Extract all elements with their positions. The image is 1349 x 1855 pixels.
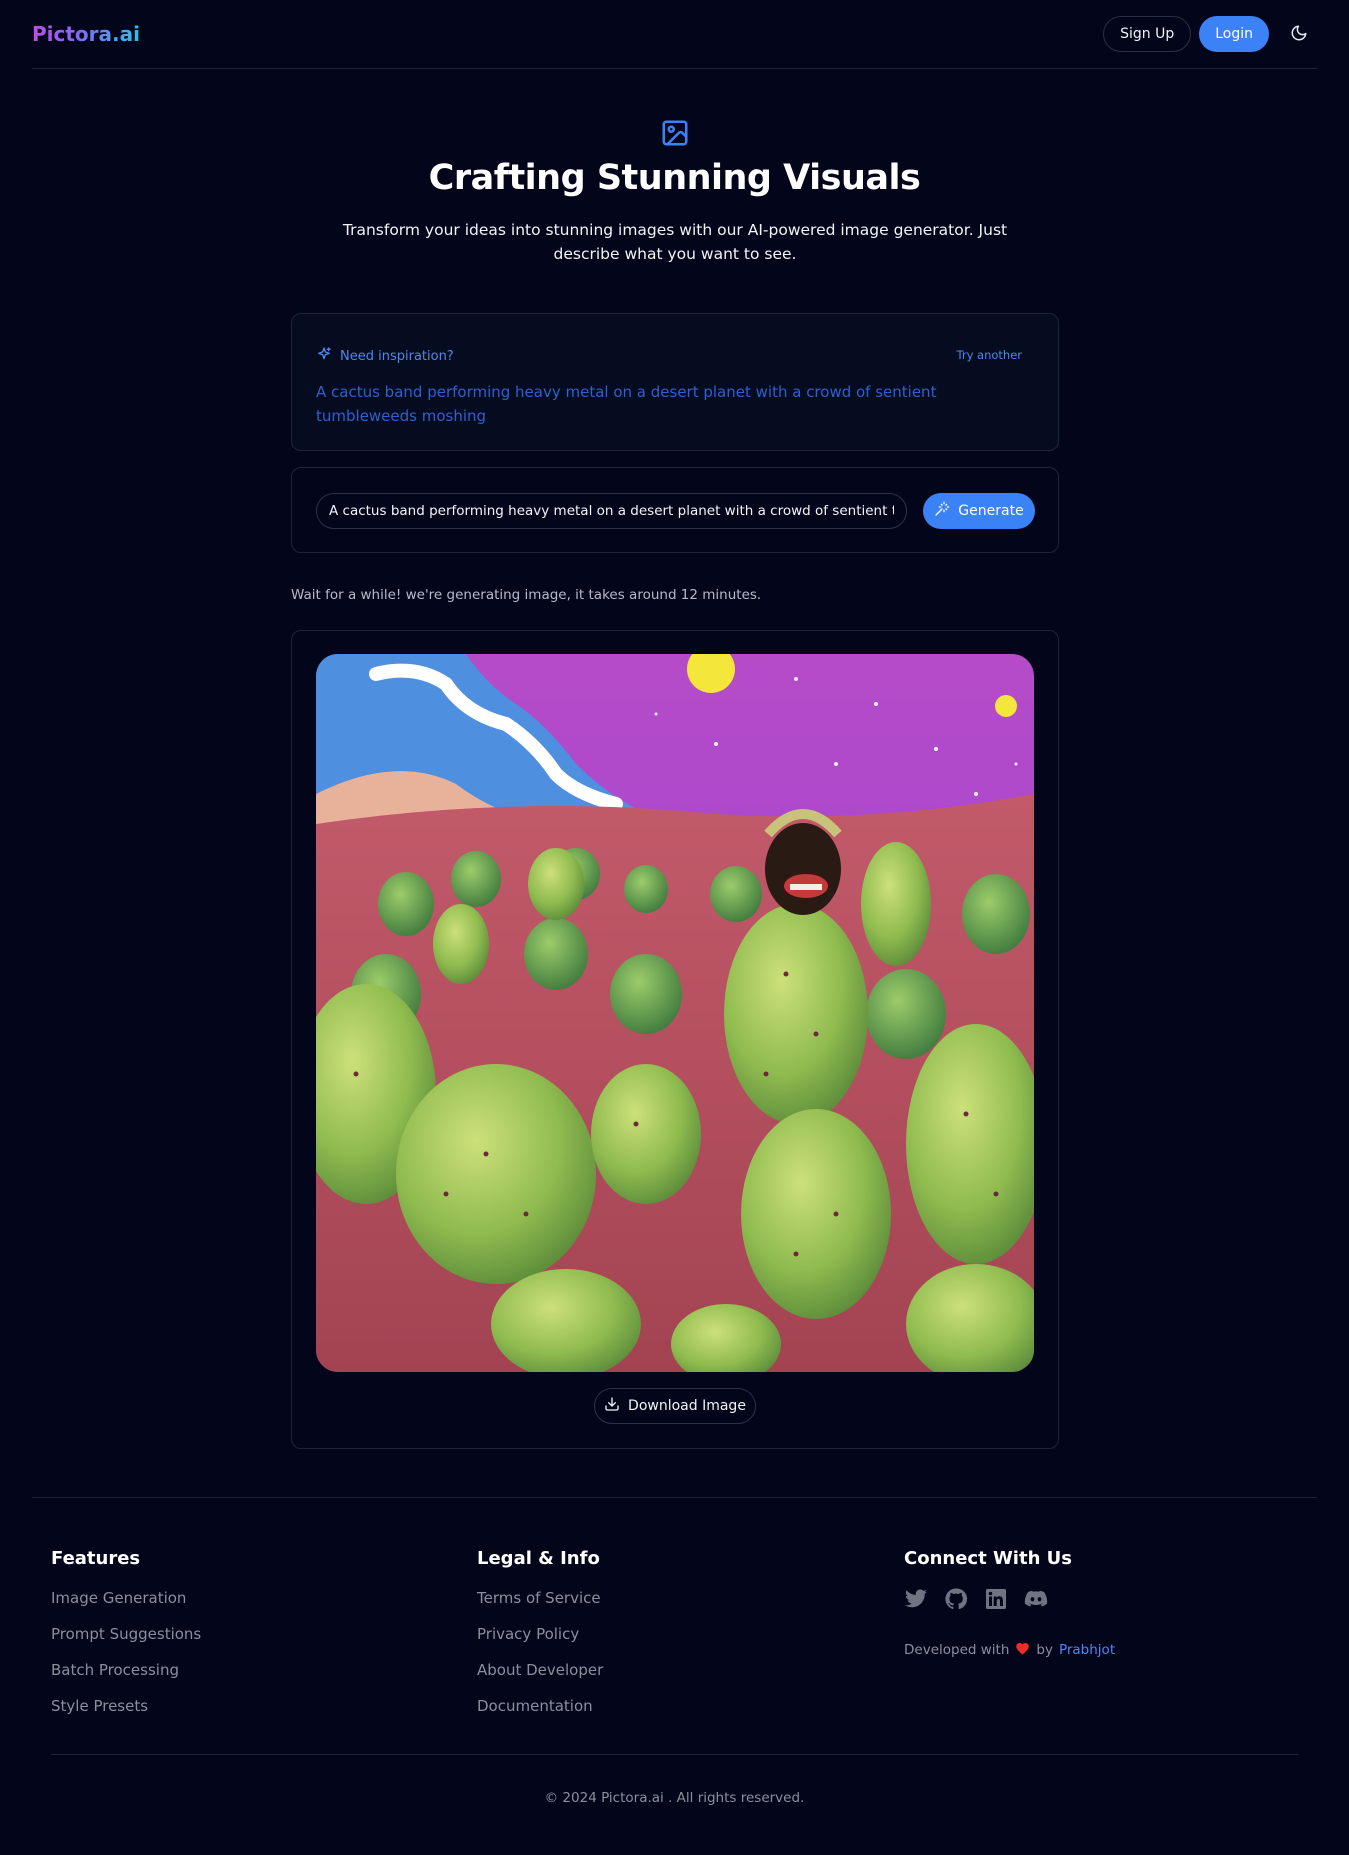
download-icon — [604, 1396, 620, 1416]
inspiration-label: Need inspiration? — [340, 349, 454, 364]
generated-image — [316, 654, 1034, 1372]
brand-logo[interactable]: Pictora.ai — [32, 22, 140, 46]
page-subtitle: Transform your ideas into stunning image… — [342, 221, 1008, 263]
footer-features-title: Features — [51, 1548, 141, 1569]
inspiration-card: Need inspiration? Try another A cactus b… — [291, 313, 1059, 451]
footer-link-prompt-suggestions[interactable]: Prompt Suggestions — [51, 1625, 201, 1661]
theme-toggle-button[interactable] — [1281, 16, 1317, 52]
social-links — [904, 1587, 1115, 1611]
dev-prefix: Developed with — [904, 1642, 1010, 1658]
heart-icon — [1015, 1641, 1030, 1659]
footer-legal-title: Legal & Info — [477, 1548, 600, 1569]
login-button[interactable]: Login — [1199, 16, 1269, 52]
image-icon — [660, 118, 690, 148]
footer-connect-title: Connect With Us — [904, 1548, 1072, 1569]
footer-link-about-developer[interactable]: About Developer — [477, 1661, 603, 1697]
footer-link-batch-processing[interactable]: Batch Processing — [51, 1661, 201, 1697]
download-button[interactable]: Download Image — [594, 1388, 756, 1424]
dev-by: by — [1036, 1642, 1053, 1658]
copyright-text: © 2024 Pictora.ai . All rights reserved. — [544, 1790, 805, 1806]
download-label: Download Image — [628, 1398, 746, 1414]
status-message: Wait for a while! we're generating image… — [291, 587, 762, 603]
sparkles-icon — [316, 346, 332, 367]
wand-icon — [934, 501, 950, 521]
twitter-icon[interactable] — [904, 1587, 928, 1611]
generate-button[interactable]: Generate — [923, 493, 1035, 529]
footer-bottom-divider — [51, 1754, 1299, 1755]
developer-credit: Developed with by Prabhjot — [904, 1641, 1115, 1659]
footer-link-documentation[interactable]: Documentation — [477, 1697, 603, 1733]
signup-button[interactable]: Sign Up — [1103, 16, 1192, 52]
try-another-button[interactable]: Try another — [957, 348, 1023, 362]
footer-connect: Connect With Us Developed with by Prabhj… — [904, 1548, 1115, 1659]
developer-link[interactable]: Prabhjot — [1059, 1642, 1115, 1658]
footer-divider — [32, 1497, 1317, 1498]
footer-link-privacy[interactable]: Privacy Policy — [477, 1625, 603, 1661]
result-card: Download Image — [291, 630, 1059, 1449]
github-icon[interactable] — [944, 1587, 968, 1611]
header-actions: Sign Up Login — [1103, 16, 1317, 52]
footer-link-image-generation[interactable]: Image Generation — [51, 1589, 201, 1625]
footer-link-terms[interactable]: Terms of Service — [477, 1589, 603, 1625]
inspiration-suggestion[interactable]: A cactus band performing heavy metal on … — [316, 380, 1016, 428]
generate-label: Generate — [958, 503, 1024, 519]
footer-features: Features Image Generation Prompt Suggest… — [51, 1548, 201, 1733]
page-title: Crafting Stunning Visuals — [428, 158, 921, 198]
moon-icon — [1290, 24, 1308, 45]
top-navbar: Pictora.ai Sign Up Login — [32, 0, 1317, 69]
prompt-input[interactable] — [316, 493, 907, 529]
footer-legal: Legal & Info Terms of Service Privacy Po… — [477, 1548, 603, 1733]
inspiration-header: Need inspiration? — [316, 346, 454, 367]
linkedin-icon[interactable] — [984, 1587, 1008, 1611]
discord-icon[interactable] — [1024, 1587, 1048, 1611]
prompt-card: Generate — [291, 467, 1059, 553]
footer-link-style-presets[interactable]: Style Presets — [51, 1697, 201, 1733]
